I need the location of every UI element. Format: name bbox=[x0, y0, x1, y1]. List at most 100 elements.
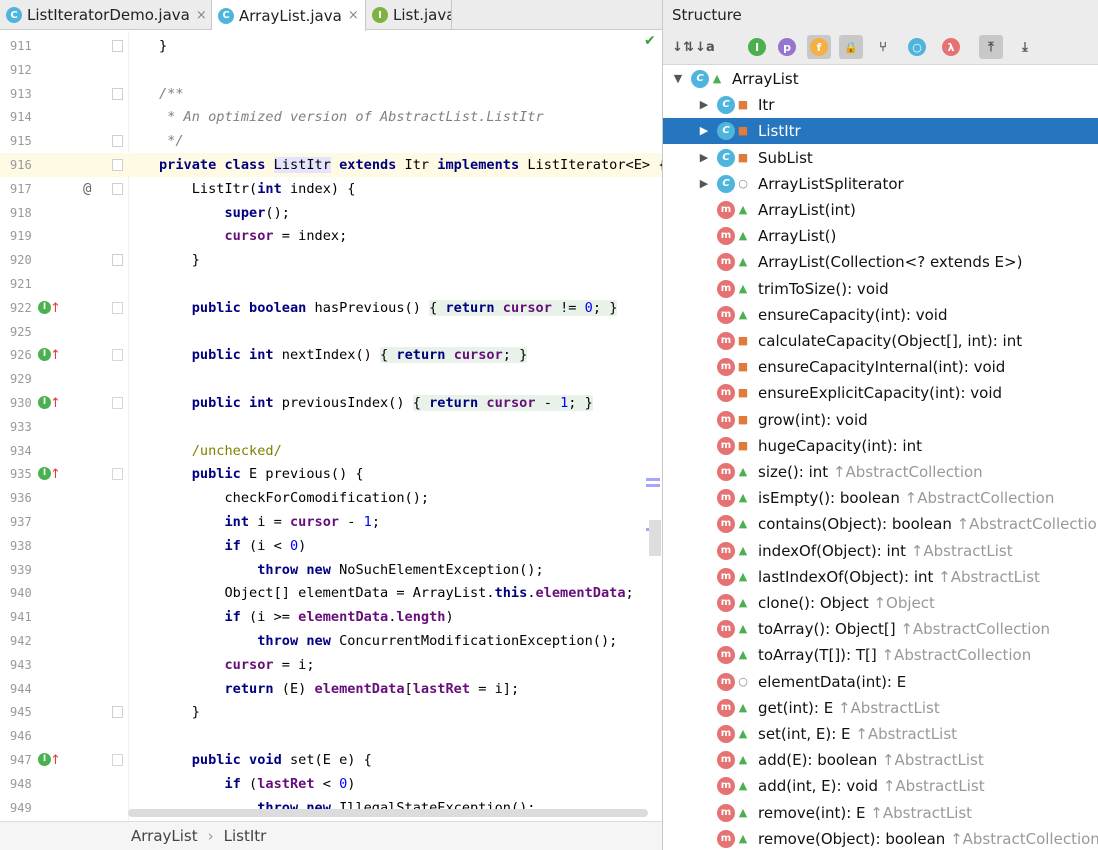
tab-arraylist-java[interactable]: C ArrayList.java × bbox=[212, 0, 366, 31]
code-text: return (E) elementData[lastRet = i]; bbox=[224, 680, 520, 697]
tree-item-label: lastIndexOf(Object): int ↑AbstractList bbox=[758, 564, 1040, 590]
tab-listiteratordemo-java[interactable]: C ListIteratorDemo.java × bbox=[0, 0, 212, 30]
tree-item-arraylistspliterator[interactable]: ▶ C ○ ArrayListSpliterator bbox=[663, 171, 1098, 197]
code-line: 933 bbox=[0, 415, 662, 439]
tree-item-toarray[interactable]: m ▲ toArray(): Object[] ↑AbstractCollectio… bbox=[663, 616, 1098, 642]
fold-marker-icon[interactable] bbox=[112, 397, 123, 409]
sort-alphabetically-icon-glyph: ↓a bbox=[695, 39, 715, 55]
chevron-right-icon[interactable]: ▶ bbox=[697, 145, 711, 171]
lambda-icon[interactable]: λ bbox=[939, 35, 963, 59]
tree-item-ensureexplicitcapacity[interactable]: m ■ ensureExplicitCapacity(int): void bbox=[663, 380, 1098, 406]
method-icon: m bbox=[717, 620, 735, 639]
tree-item-arraylist[interactable]: m ▲ ArrayList() bbox=[663, 223, 1098, 249]
show-inherited-icon[interactable]: I bbox=[745, 35, 769, 59]
tree-item-lastindexof[interactable]: m ▲ lastIndexOf(Object): int ↑AbstractList bbox=[663, 564, 1098, 590]
tree-item-label: ArrayList bbox=[732, 66, 799, 92]
close-icon[interactable]: × bbox=[348, 8, 359, 23]
line-number: 926 bbox=[10, 348, 32, 363]
line-number: 940 bbox=[10, 586, 32, 601]
show-properties-icon[interactable]: p bbox=[775, 35, 799, 59]
tree-item-clone[interactable]: m ▲ clone(): Object ↑Object bbox=[663, 590, 1098, 616]
chevron-right-icon[interactable]: ▶ bbox=[697, 118, 711, 144]
code-line: 918 super(); bbox=[0, 201, 662, 225]
method-icon: m bbox=[717, 725, 735, 743]
tree-item-arraylist[interactable]: m ▲ ArrayList(int) bbox=[663, 197, 1098, 223]
vertical-scrollbar[interactable] bbox=[649, 520, 661, 556]
tree-item-hugecapacity[interactable]: m ■ hugeCapacity(int): int bbox=[663, 433, 1098, 459]
tree-item-label: calculateCapacity(Object[], int): int bbox=[758, 328, 1022, 354]
tree-item-elementdata[interactable]: m ○ elementData(int): E bbox=[663, 669, 1098, 695]
tree-item-listitr[interactable]: ▶ C ■ ListItr bbox=[663, 118, 1098, 145]
tree-item-toarray[interactable]: m ▲ toArray(T[]): T[] ↑AbstractCollection bbox=[663, 642, 1098, 668]
show-anonymous-icon[interactable]: ⑂ bbox=[871, 35, 895, 59]
autoscroll-to-source-icon[interactable]: ⤒ bbox=[979, 35, 1003, 59]
tree-item-ensurecapacityinternal[interactable]: m ■ ensureCapacityInternal(int): void bbox=[663, 354, 1098, 380]
fold-marker-icon[interactable] bbox=[112, 40, 123, 52]
autoscroll-from-source-icon[interactable]: ⤓ bbox=[1013, 35, 1037, 59]
fold-marker-icon[interactable] bbox=[112, 754, 123, 766]
line-number: 936 bbox=[10, 491, 32, 506]
tree-item-remove[interactable]: m ▲ remove(int): E ↑AbstractList bbox=[663, 800, 1098, 826]
sort-alphabetically-icon[interactable]: ↓a bbox=[693, 35, 717, 59]
tree-item-name: calculateCapacity(Object[], int): int bbox=[758, 332, 1023, 350]
code-text: cursor = index; bbox=[224, 228, 348, 245]
close-icon[interactable]: × bbox=[196, 8, 207, 23]
show-properties-icon-glyph: p bbox=[778, 38, 796, 56]
fold-marker-icon[interactable] bbox=[112, 468, 123, 481]
tree-item-get[interactable]: m ▲ get(int): E ↑AbstractList bbox=[663, 695, 1098, 721]
tree-item-ensurecapacity[interactable]: m ▲ ensureCapacity(int): void bbox=[663, 302, 1098, 328]
fold-marker-icon[interactable] bbox=[112, 706, 123, 719]
code-area[interactable]: 911} 912 913 /** 914 * An optimized version … bbox=[0, 31, 662, 821]
tree-item-trimtosize[interactable]: m ▲ trimToSize(): void bbox=[663, 276, 1098, 302]
tree-item-arraylist[interactable]: m ▲ ArrayList(Collection<? extends E>) bbox=[663, 249, 1098, 275]
line-number: 939 bbox=[10, 562, 32, 577]
show-lambdas-icon[interactable]: ○ bbox=[905, 35, 929, 59]
fold-marker-icon[interactable] bbox=[112, 349, 123, 362]
chevron-right-icon[interactable]: ▶ bbox=[697, 171, 711, 197]
fold-marker-icon[interactable] bbox=[112, 301, 123, 314]
class-icon: C bbox=[6, 7, 22, 23]
tree-item-indexof[interactable]: m ▲ indexOf(Object): int ↑AbstractList bbox=[663, 538, 1098, 564]
tree-item-sublist[interactable]: ▶ C ■ SubList bbox=[663, 145, 1098, 171]
method-icon: m bbox=[717, 594, 735, 612]
tree-item-add[interactable]: m ▲ add(int, E): void ↑AbstractList bbox=[663, 773, 1098, 799]
chevron-right-icon[interactable]: ▶ bbox=[697, 92, 711, 118]
breadcrumb-item-arraylist[interactable]: ArrayList bbox=[131, 827, 198, 845]
tree-item-label: ArrayList() bbox=[758, 223, 836, 249]
fold-marker-icon[interactable] bbox=[112, 87, 123, 100]
inherited-from-label: ↑AbstractCollection bbox=[945, 829, 1098, 848]
overrides-arrow-icon[interactable]: ↑ bbox=[50, 297, 61, 321]
breadcrumb-item-listitr[interactable]: ListItr bbox=[224, 827, 267, 845]
tree-item-calculatecapacity[interactable]: m ■ calculateCapacity(Object[], int): int bbox=[663, 328, 1098, 354]
overrides-arrow-icon[interactable]: ↑ bbox=[50, 749, 61, 773]
method-icon: m bbox=[717, 332, 735, 350]
tree-item-arraylist[interactable]: ▼ C ▲ ArrayList bbox=[663, 66, 1098, 92]
show-non-public-icon[interactable]: 🔒 bbox=[839, 35, 863, 59]
tree-item-set[interactable]: m ▲ set(int, E): E ↑AbstractList bbox=[663, 721, 1098, 747]
tree-item-contains[interactable]: m ▲ contains(Object): boolean ↑AbstractCol… bbox=[663, 511, 1098, 537]
fold-marker-icon[interactable] bbox=[112, 254, 123, 267]
fold-marker-icon[interactable] bbox=[112, 135, 123, 148]
fold-marker-icon[interactable] bbox=[112, 159, 123, 171]
tree-item-add[interactable]: m ▲ add(E): boolean ↑AbstractList bbox=[663, 747, 1098, 773]
tab-label: ArrayList.java bbox=[239, 6, 342, 25]
tab-list-java[interactable]: I List.java bbox=[366, 0, 452, 30]
overrides-arrow-icon[interactable]: ↑ bbox=[50, 463, 61, 487]
show-fields-icon[interactable]: f bbox=[807, 35, 831, 59]
line-number: 917 bbox=[10, 181, 32, 196]
tree-item-isempty[interactable]: m ▲ isEmpty(): boolean ↑AbstractCollection bbox=[663, 485, 1098, 511]
horizontal-scrollbar[interactable] bbox=[128, 809, 648, 817]
tree-item-itr[interactable]: ▶ C ■ Itr bbox=[663, 92, 1098, 118]
line-number: 929 bbox=[10, 372, 32, 387]
public-access-icon: ▲ bbox=[738, 491, 748, 505]
tree-item-remove[interactable]: m ▲ remove(Object): boolean ↑AbstractColle… bbox=[663, 826, 1098, 850]
sort-by-visibility-icon[interactable]: ↓⇅ bbox=[671, 35, 695, 59]
tree-item-size[interactable]: m ▲ size(): int ↑AbstractCollection bbox=[663, 459, 1098, 485]
fold-marker-icon[interactable] bbox=[112, 182, 123, 195]
overrides-arrow-icon[interactable]: ↑ bbox=[50, 344, 61, 368]
chevron-down-icon[interactable]: ▼ bbox=[671, 66, 685, 92]
inherited-from-label: ↑Object bbox=[868, 594, 935, 612]
tree-item-grow[interactable]: m ■ grow(int): void bbox=[663, 407, 1098, 433]
method-icon: m bbox=[717, 541, 735, 560]
overrides-arrow-icon[interactable]: ↑ bbox=[50, 392, 61, 416]
